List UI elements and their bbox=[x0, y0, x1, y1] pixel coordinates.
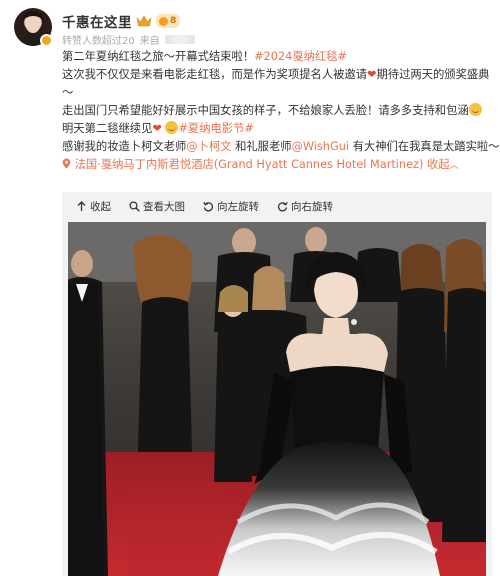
post-text: 明天第二毯继续见 bbox=[62, 122, 153, 135]
post-text: 感谢我的妆造卜柯文老师 bbox=[62, 140, 187, 153]
post-text: 有大神们在我真是太踏实啦～ bbox=[349, 140, 500, 153]
post-text: 期待过两天的颁奖盛典 bbox=[376, 68, 490, 81]
smile-emoji-icon bbox=[468, 103, 482, 116]
hashtag-link[interactable]: #2024戛纳红毯# bbox=[254, 50, 347, 63]
magnifier-icon bbox=[129, 200, 140, 212]
post-line-2: 这次我不仅仅是来看电影走红毯，而是作为奖项提名人被邀请❤期待过两天的颁奖盛典 bbox=[62, 66, 492, 84]
post-text: 走出国门只希望能好好展示中国女孩的样子，不给娘家人丢脸！请多多支持和包涵 bbox=[62, 104, 469, 117]
post-line-5: 明天第二毯继续见❤ #夏纳电影节# bbox=[62, 120, 492, 138]
meta-source-blurred bbox=[164, 35, 195, 44]
mention-link[interactable]: @WishGui bbox=[292, 140, 349, 153]
hashtag-link[interactable]: #夏纳电影节# bbox=[178, 122, 253, 135]
post-text: 第二年夏纳红毯之旅～开幕式结束啦！ bbox=[62, 50, 255, 63]
post-line-4: 走出国门只希望能好好展示中国女孩的样子，不给娘家人丢脸！请多多支持和包涵 bbox=[62, 102, 492, 120]
location-line: 法国·戛纳马丁内斯君悦酒店(Grand Hyatt Cannes Hotel M… bbox=[62, 156, 492, 175]
post-photo[interactable] bbox=[68, 222, 486, 576]
media-viewer: 收起 查看大图 向左旋转 向右旋转 bbox=[62, 192, 492, 576]
rotate-left-button[interactable]: 向左旋转 bbox=[203, 199, 259, 214]
author-row: 千惠在这里 8 bbox=[62, 11, 181, 31]
chevron-up-icon: ︿ bbox=[449, 161, 459, 171]
rotate-right-button[interactable]: 向右旋转 bbox=[277, 199, 333, 214]
author-name[interactable]: 千惠在这里 bbox=[62, 11, 132, 31]
mention-link[interactable]: @卜柯文 bbox=[186, 140, 231, 153]
location-link[interactable]: 法国·戛纳马丁内斯君悦酒店(Grand Hyatt Cannes Hotel M… bbox=[75, 158, 424, 171]
post-text: 和礼服老师 bbox=[231, 140, 292, 153]
smile-emoji-icon bbox=[165, 121, 179, 134]
crown-icon bbox=[136, 15, 152, 27]
vip-level: 8 bbox=[170, 16, 177, 26]
post-meta: 转赞人数超过20 来自 bbox=[62, 32, 195, 47]
post-line-6: 感谢我的妆造卜柯文老师@卜柯文 和礼服老师@WishGui 有大神们在我真是太踏… bbox=[62, 138, 499, 156]
heart-emoji-icon: ❤ bbox=[152, 122, 162, 135]
arrow-up-icon bbox=[77, 200, 86, 211]
post-line-1: 第二年夏纳红毯之旅～开幕式结束啦！#2024戛纳红毯# bbox=[62, 48, 492, 66]
verified-badge-icon bbox=[40, 34, 53, 47]
meta-source-prefix: 来自 bbox=[139, 36, 160, 47]
meta-note: 转赞人数超过20 bbox=[62, 36, 135, 47]
vip-icon bbox=[159, 16, 168, 26]
rotate-right-label: 向右旋转 bbox=[291, 200, 333, 213]
collapse-media-label: 收起 bbox=[90, 200, 111, 213]
vip-badge: 8 bbox=[156, 14, 181, 28]
rotate-left-label: 向左旋转 bbox=[217, 200, 259, 213]
heart-emoji-icon: ❤ bbox=[367, 68, 377, 81]
media-toolbar: 收起 查看大图 向左旋转 向右旋转 bbox=[62, 192, 492, 220]
location-pin-icon bbox=[62, 158, 71, 169]
rotate-right-icon bbox=[277, 201, 288, 211]
view-large-button[interactable]: 查看大图 bbox=[129, 199, 185, 214]
weibo-post: 千惠在这里 8 转赞人数超过20 来自 第二年夏纳红毯之旅～开幕式结束啦！#20… bbox=[0, 0, 500, 576]
collapse-text-link[interactable]: 收起 bbox=[427, 158, 450, 171]
red-carpet-photo bbox=[68, 222, 486, 576]
rotate-left-icon bbox=[203, 201, 214, 211]
post-content: 第二年夏纳红毯之旅～开幕式结束啦！#2024戛纳红毯# 这次我不仅仅是来看电影走… bbox=[62, 48, 499, 175]
post-line-3: ～ bbox=[62, 84, 492, 102]
collapse-media-button[interactable]: 收起 bbox=[76, 199, 111, 214]
view-large-label: 查看大图 bbox=[143, 200, 185, 213]
post-text: 这次我不仅仅是来看电影走红毯，而是作为奖项提名人被邀请 bbox=[62, 68, 368, 81]
post-text: ～ bbox=[62, 86, 74, 99]
